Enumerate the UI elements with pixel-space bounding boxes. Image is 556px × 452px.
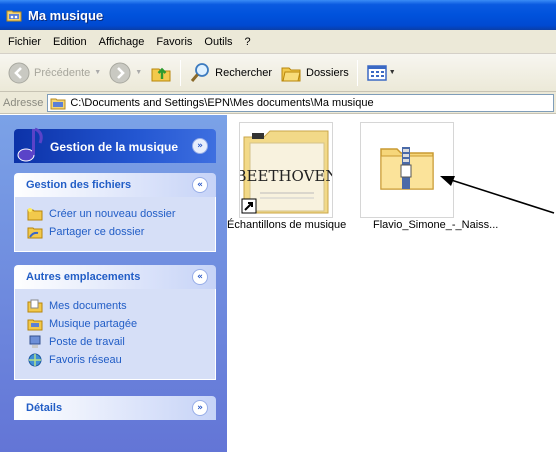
file-tasks-header[interactable]: Gestion des fichiers «: [14, 173, 216, 197]
back-arrow-icon: [8, 62, 30, 83]
task-pane: Gestion de la musique » Gestion des fich…: [0, 115, 227, 452]
new-folder-icon: [27, 208, 43, 221]
folder-up-icon: [151, 67, 171, 81]
my-documents-label: Mes documents: [49, 300, 127, 312]
annotation-arrow: [440, 176, 555, 214]
my-documents-link[interactable]: Mes documents: [27, 297, 215, 315]
forward-button[interactable]: ▼: [105, 58, 146, 88]
up-folder-button[interactable]: [146, 58, 176, 88]
music-tasks-title: Gestion de la musique: [50, 140, 179, 154]
music-tasks-header[interactable]: Gestion de la musique »: [14, 127, 216, 163]
search-button[interactable]: Rechercher: [185, 58, 276, 88]
details-panel: Détails »: [14, 396, 216, 420]
new-folder-label: Créer un nouveau dossier: [49, 208, 176, 220]
other-places-header[interactable]: Autres emplacements «: [14, 265, 216, 289]
new-folder-link[interactable]: Créer un nouveau dossier: [27, 205, 215, 223]
collapse-icon[interactable]: »: [192, 138, 208, 154]
chevron-down-icon[interactable]: ▼: [94, 69, 101, 76]
other-places-panel: Autres emplacements « Mes documents Musi…: [14, 265, 216, 380]
network-places-link[interactable]: Favoris réseau: [27, 351, 215, 369]
my-computer-link[interactable]: Poste de travail: [27, 333, 215, 351]
network-places-label: Favoris réseau: [49, 354, 122, 366]
shared-music-icon: [27, 319, 43, 331]
chevron-down-icon[interactable]: ▼: [135, 69, 142, 76]
shared-music-label: Musique partagée: [49, 318, 138, 330]
file-list: BEETHOVEN Échantillons de musique Flavio…: [227, 115, 556, 452]
menu-affichage[interactable]: Affichage: [93, 34, 151, 50]
music-note-icon: [17, 127, 43, 162]
music-folder-icon: [6, 10, 22, 22]
toolbar-separator: [180, 59, 182, 86]
computer-icon: [29, 335, 41, 348]
views-icon: [367, 64, 387, 81]
expand-icon[interactable]: »: [192, 400, 208, 416]
menu-favoris[interactable]: Favoris: [150, 34, 198, 50]
my-computer-label: Poste de travail: [49, 336, 125, 348]
address-path: C:\Documents and Settings\EPN\Mes docume…: [70, 96, 374, 109]
menu-bar: Fichier Edition Affichage Favoris Outils…: [0, 30, 556, 54]
back-button[interactable]: Précédente ▼: [4, 58, 105, 88]
menu-edition[interactable]: Edition: [47, 34, 93, 50]
details-title: Détails: [26, 402, 63, 414]
details-header[interactable]: Détails »: [14, 396, 216, 420]
music-folder-icon: [50, 98, 66, 109]
collapse-icon[interactable]: «: [192, 269, 208, 285]
toolbar: Précédente ▼ ▼ Rechercher Dossiers ▼: [0, 54, 556, 92]
documents-folder-icon: [27, 299, 43, 313]
file-tasks-title: Gestion des fichiers: [26, 179, 132, 191]
address-field[interactable]: C:\Documents and Settings\EPN\Mes docume…: [47, 93, 554, 112]
network-icon: [28, 353, 42, 367]
shared-music-link[interactable]: Musique partagée: [27, 315, 215, 333]
share-folder-icon: [27, 227, 43, 239]
back-label: Précédente: [34, 66, 91, 79]
menu-outils[interactable]: Outils: [198, 34, 238, 50]
search-label: Rechercher: [215, 66, 272, 79]
folders-label: Dossiers: [306, 66, 349, 79]
window-title: Ma musique: [28, 7, 104, 23]
menu-fichier[interactable]: Fichier: [2, 34, 47, 50]
forward-arrow-icon: [109, 62, 131, 83]
collapse-icon[interactable]: «: [192, 177, 208, 193]
share-folder-label: Partager ce dossier: [49, 226, 145, 238]
search-icon: [190, 62, 210, 82]
file-tasks-panel: Gestion des fichiers « Créer un nouveau …: [14, 173, 216, 252]
address-label: Adresse: [3, 96, 44, 109]
folders-button[interactable]: Dossiers: [276, 58, 353, 88]
other-places-title: Autres emplacements: [26, 271, 141, 283]
title-bar[interactable]: Ma musique: [0, 0, 556, 30]
menu-help[interactable]: ?: [239, 34, 257, 50]
toolbar-separator: [356, 59, 358, 86]
address-bar: Adresse C:\Documents and Settings\EPN\Me…: [0, 92, 556, 114]
views-button[interactable]: ▼: [362, 58, 400, 88]
chevron-down-icon[interactable]: ▼: [389, 69, 396, 76]
folders-icon: [281, 67, 301, 81]
share-folder-link[interactable]: Partager ce dossier: [27, 223, 215, 241]
